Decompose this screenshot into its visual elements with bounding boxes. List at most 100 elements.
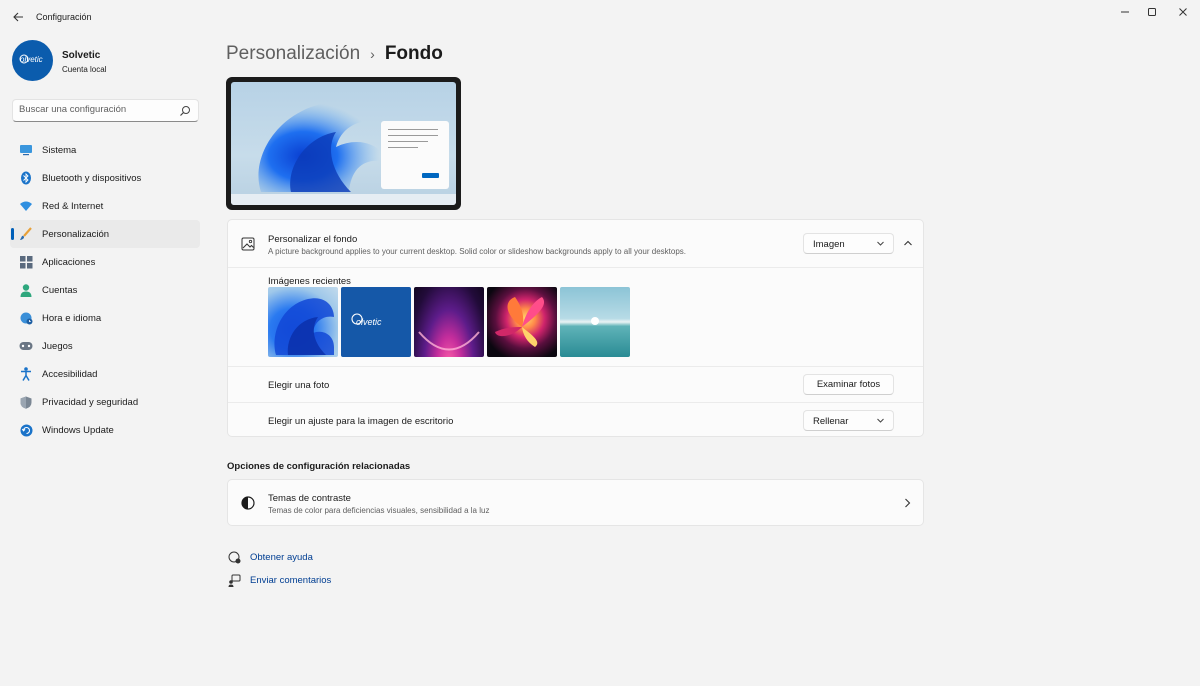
browse-photos-button[interactable]: Examinar fotos [803,374,894,395]
contrast-icon [241,496,255,510]
sidebar-item-label: Juegos [42,340,73,352]
recent-image-purple-glow[interactable] [414,287,484,357]
globe-clock-icon [18,310,34,326]
accessibility-icon [18,366,34,382]
get-help-label: Obtener ayuda [250,551,313,563]
fit-row: Elegir un ajuste para la imagen de escri… [228,402,923,437]
sidebar-item-label: Bluetooth y dispositivos [42,172,142,184]
sidebar-item-label: Sistema [42,144,77,156]
send-feedback-link[interactable]: Enviar comentarios [227,572,331,588]
fit-label: Elegir un ajuste para la imagen de escri… [268,416,454,427]
title-bar: Configuración [0,0,1200,34]
back-button[interactable] [8,8,28,26]
sidebar-item-label: Red & Internet [42,200,104,212]
apps-icon [18,254,34,270]
profile-name: Solvetic [62,50,101,61]
sidebar-item-label: Hora e idioma [42,312,102,324]
sidebar-item-cuentas[interactable]: Cuentas [10,276,200,304]
update-icon [18,422,34,438]
background-type-row: Personalizar el fondo A picture backgrou… [228,220,923,267]
choose-photo-label: Elegir una foto [268,380,330,391]
send-feedback-label: Enviar comentarios [250,574,332,586]
contrast-themes-card[interactable]: Temas de contraste Temas de color para d… [227,479,924,526]
help-icon [227,550,241,564]
chevron-up-icon [904,240,912,246]
breadcrumb-separator: › [370,46,375,62]
sidebar-item-windows-update[interactable]: Windows Update [10,416,200,444]
bloom-thumbnail-image [274,298,334,355]
app-title: Configuración [36,12,92,22]
search-icon[interactable] [179,105,191,117]
contrast-themes-subtitle: Temas de color para deficiencias visuale… [268,506,490,515]
sidebar-item-red[interactable]: Red & Internet [10,192,200,220]
breadcrumb-parent-link[interactable]: Personalización [226,43,360,65]
sidebar-nav: Sistema Bluetooth y dispositivos Red & I… [10,136,200,444]
gamepad-icon [18,338,34,354]
preview-screen [231,82,456,205]
person-icon [18,282,34,298]
wifi-icon [18,198,34,214]
maximize-icon [1148,8,1156,16]
avatar: olvetic [12,40,53,81]
contrast-themes-title: Temas de contraste [268,493,351,504]
desktop-preview [226,77,461,210]
search-box[interactable] [12,99,199,122]
arrow-left-icon [12,12,23,22]
brush-icon [18,226,34,242]
fit-value: Rellenar [813,416,849,427]
choose-photo-row: Elegir una foto Examinar fotos [228,366,923,402]
sidebar-item-personalizacion[interactable]: Personalización [10,220,200,248]
sidebar-item-juegos[interactable]: Juegos [10,332,200,360]
background-settings-card: Personalizar el fondo A picture backgrou… [227,219,924,437]
sidebar-item-label: Personalización [42,228,110,240]
close-button[interactable] [1166,4,1200,20]
recent-image-solvetic[interactable]: olvetic [341,287,411,357]
sidebar-item-hora[interactable]: Hora e idioma [10,304,200,332]
search-input[interactable] [19,104,179,115]
background-type-dropdown[interactable]: Imagen [803,233,894,254]
preview-window [381,121,449,189]
sidebar-item-label: Windows Update [42,424,114,436]
sidebar-item-label: Accesibilidad [42,368,98,380]
user-profile[interactable]: olvetic Solvetic Cuenta local [12,40,202,84]
flower-image [495,297,545,347]
background-type-subtitle: A picture background applies to your cur… [268,247,687,256]
sidebar-item-label: Privacidad y seguridad [42,396,139,408]
recent-image-bloom[interactable] [268,287,338,357]
avatar-text: olvetic [20,55,43,64]
background-type-title: Personalizar el fondo [268,234,358,245]
monitor-icon [18,142,34,158]
sidebar-item-label: Aplicaciones [42,256,96,268]
chevron-down-icon [877,418,884,423]
sidebar-item-privacidad[interactable]: Privacidad y seguridad [10,388,200,416]
minimize-icon [1121,11,1129,13]
sidebar-item-bluetooth[interactable]: Bluetooth y dispositivos [10,164,200,192]
recent-image-flower[interactable] [487,287,557,357]
page-title: Fondo [384,43,443,64]
background-type-value: Imagen [813,239,845,250]
image-icon [241,237,255,251]
collapse-button[interactable] [898,233,918,253]
chevron-down-icon [877,241,884,246]
close-icon [1179,8,1187,16]
bluetooth-icon [18,170,34,186]
sidebar-item-label: Cuentas [42,284,78,296]
chevron-right-icon [905,498,911,508]
sidebar-item-accesibilidad[interactable]: Accesibilidad [10,360,200,388]
glow-arc-image [418,331,480,351]
solvetic-thumbnail-caption: olvetic [356,317,382,327]
get-help-link[interactable]: Obtener ayuda [227,549,313,565]
sidebar-item-aplicaciones[interactable]: Aplicaciones [10,248,200,276]
breadcrumb: Personalización › Fondo [226,40,443,68]
recent-images-list: olvetic [268,287,630,357]
recent-image-sea[interactable] [560,287,630,357]
recent-images-label: Imágenes recientes [268,276,351,287]
fit-dropdown[interactable]: Rellenar [803,410,894,431]
profile-account-type: Cuenta local [62,65,107,74]
shield-icon [18,394,34,410]
maximize-button[interactable] [1135,4,1169,20]
sidebar-item-sistema[interactable]: Sistema [10,136,200,164]
feedback-icon [227,573,241,587]
sun-icon [591,317,599,325]
related-settings-title: Opciones de configuración relacionadas [227,461,411,472]
